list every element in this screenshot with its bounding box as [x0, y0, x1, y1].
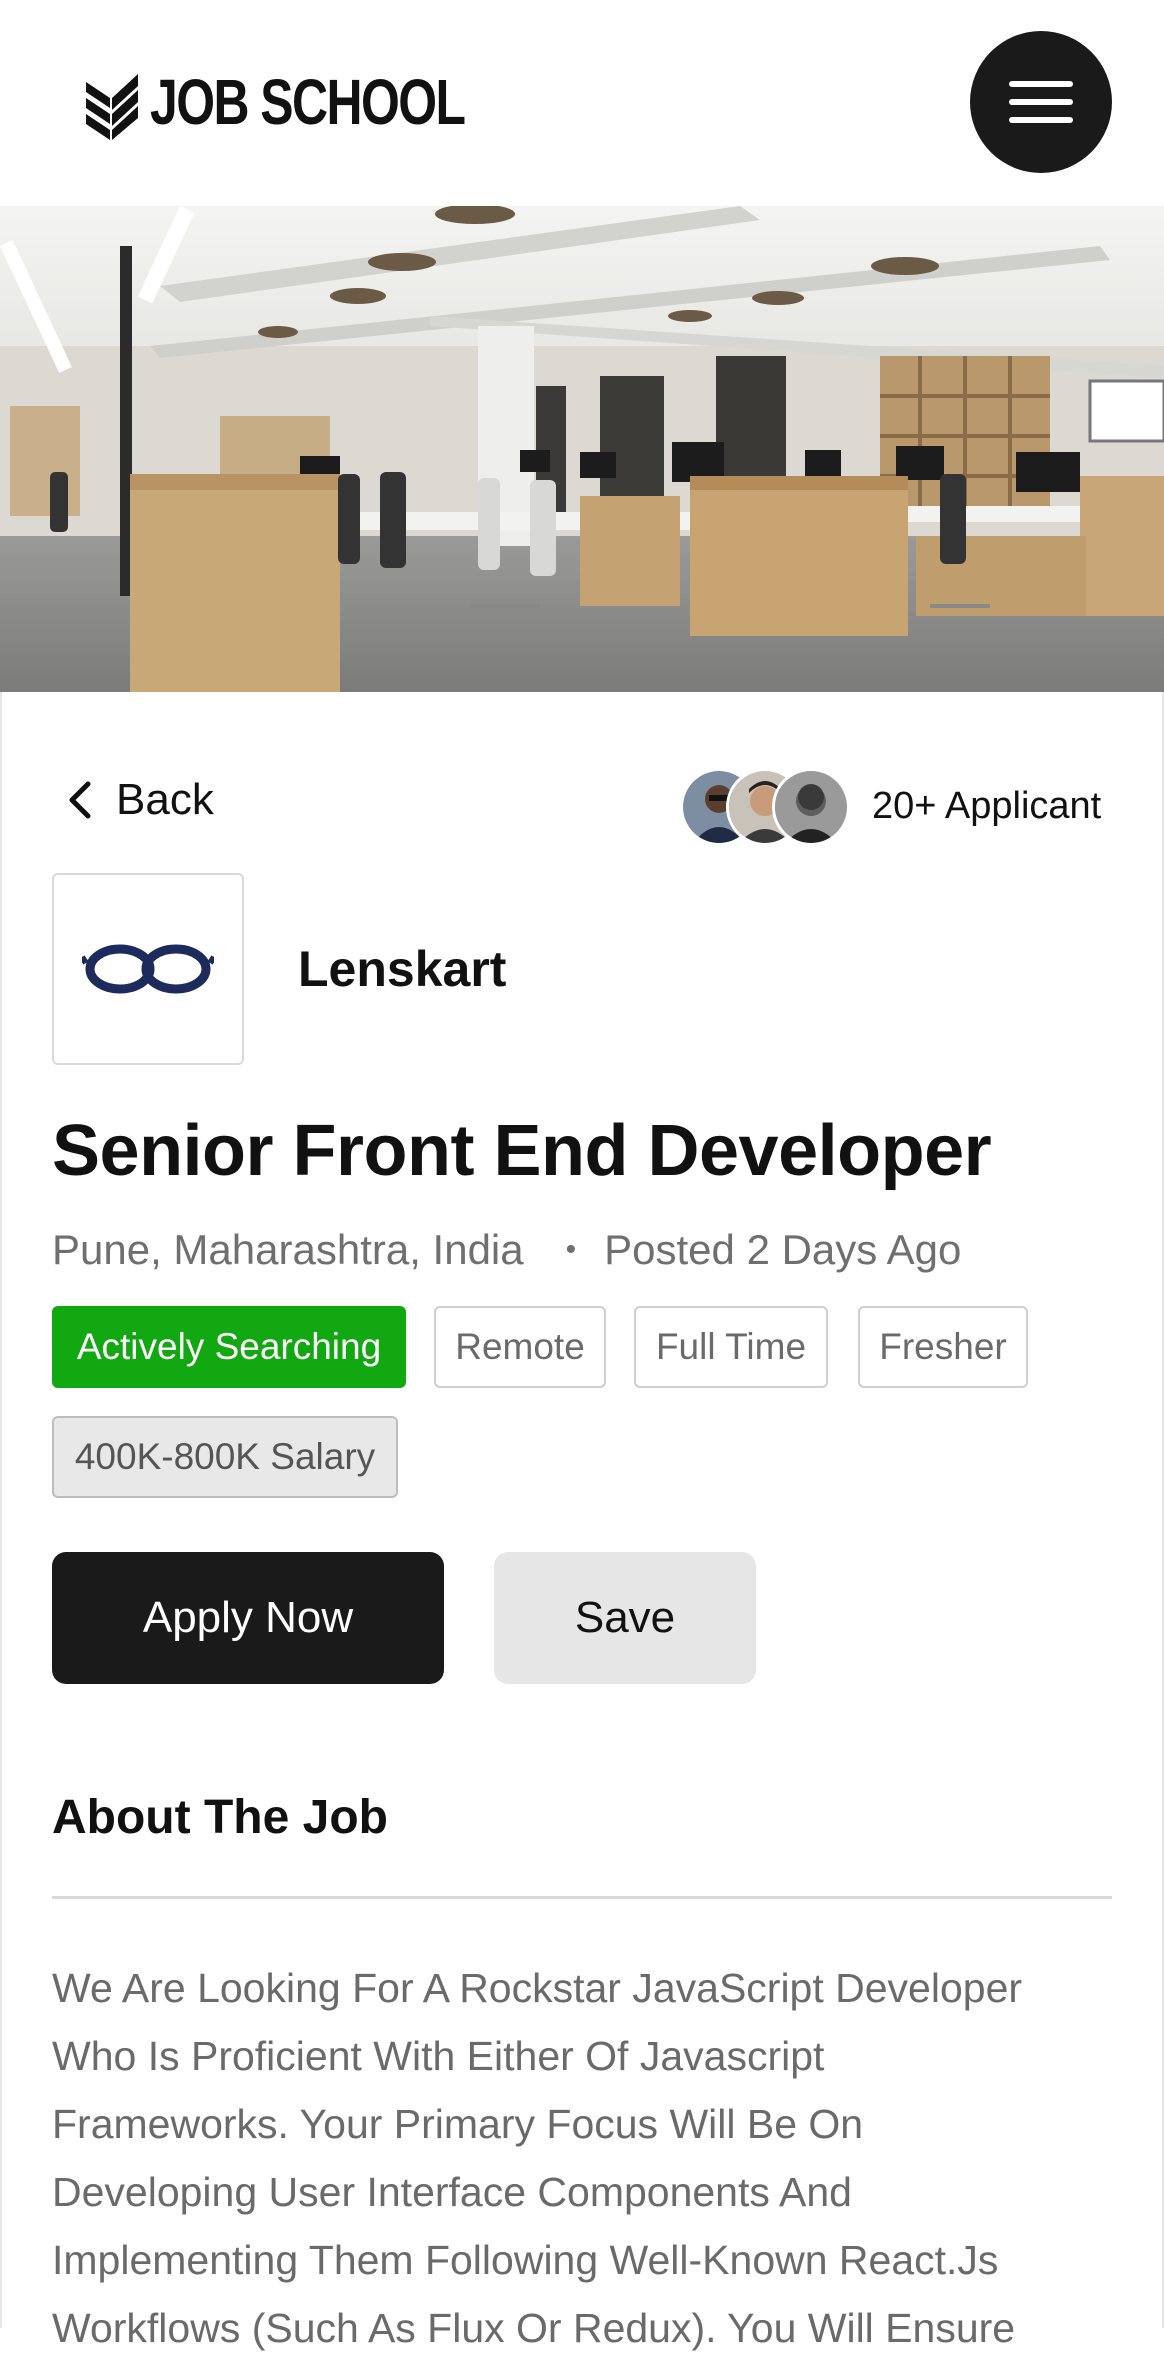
applicants-summary: 20+ Applicant [680, 768, 1102, 846]
description-line: Frameworks. Your Primary Focus Will Be O… [52, 2101, 864, 2147]
job-meta: Pune, Maharashtra, India • Posted 2 Days… [52, 1226, 961, 1274]
description-line: Implementing Them Following Well-Known R… [52, 2237, 999, 2283]
save-button[interactable]: Save [494, 1552, 756, 1684]
company-name[interactable]: Lenskart [298, 940, 506, 998]
site-logo[interactable]: JOB SCHOOL [82, 62, 553, 142]
chevron-left-icon [69, 781, 91, 819]
tag-full-time: Full Time [634, 1306, 828, 1388]
avatar [772, 768, 850, 846]
tag-fresher: Fresher [858, 1306, 1028, 1388]
description-line: Developing User Interface Components And [52, 2169, 852, 2215]
hamburger-menu-icon [1009, 81, 1073, 87]
menu-button[interactable] [970, 31, 1112, 173]
tag-salary: 400K-800K Salary [52, 1416, 398, 1498]
job-title: Senior Front End Developer [52, 1111, 992, 1191]
applicant-count: 20+ Applicant [872, 784, 1102, 827]
hero-office-image [0, 206, 1164, 692]
logo-chevron-icon [86, 74, 138, 140]
job-location: Pune, Maharashtra, India [52, 1226, 524, 1273]
logo-text: JOB SCHOOL [150, 66, 466, 138]
app-header: JOB SCHOOL [0, 0, 1164, 208]
description-line: Workflows (Such As Flux Or Redux). You W… [52, 2305, 1016, 2351]
description-line: Who Is Proficient With Either Of Javascr… [52, 2033, 825, 2079]
company-logo[interactable] [52, 873, 244, 1065]
applicant-avatars [680, 768, 850, 846]
about-description: We Are Looking For A Rockstar JavaScript… [52, 1954, 1124, 2362]
back-label: Back [116, 775, 214, 824]
tag-remote: Remote [434, 1306, 606, 1388]
posted-date: Posted 2 Days Ago [604, 1226, 962, 1273]
tag-actively-searching: Actively Searching [52, 1306, 406, 1388]
meta-separator: • [565, 1233, 577, 1266]
back-button[interactable]: Back [66, 775, 214, 825]
divider [52, 1896, 1112, 1899]
apply-now-button[interactable]: Apply Now [52, 1552, 444, 1684]
description-line: We Are Looking For A Rockstar JavaScript… [52, 1965, 1023, 2011]
glasses-logo-icon [82, 944, 214, 994]
about-heading: About The Job [52, 1791, 388, 1844]
